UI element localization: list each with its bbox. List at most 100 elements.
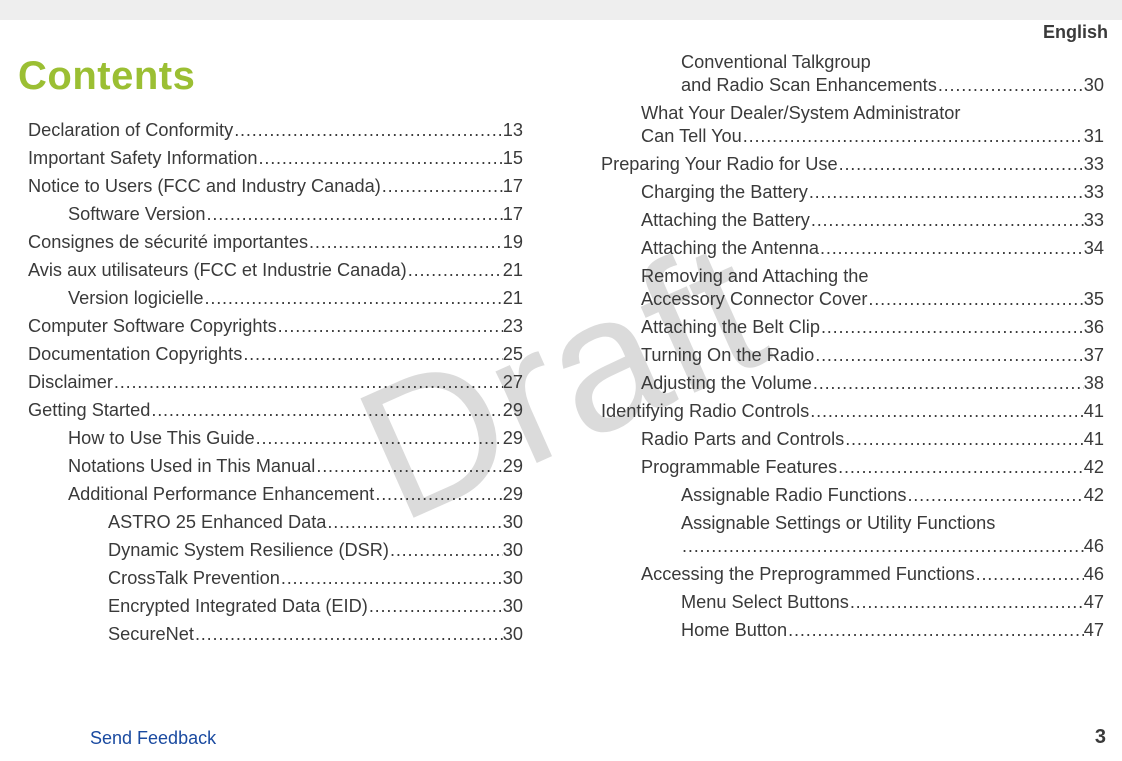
toc-label: Encrypted Integrated Data (EID)	[108, 596, 369, 617]
toc-entry: Software Version........................…	[68, 204, 523, 225]
toc-page: 33	[1084, 210, 1104, 231]
toc-label: Notations Used in This Manual	[68, 456, 316, 477]
toc-label: Consignes de sécurité importantes	[28, 232, 309, 253]
document-page: English Contents Draft Declaration of Co…	[0, 0, 1122, 761]
toc-entry: Identifying Radio Controls..............…	[601, 401, 1104, 422]
toc-entry: Declaration of Conformity...............…	[28, 120, 523, 141]
toc-label: Radio Parts and Controls	[641, 429, 845, 450]
toc-label: Avis aux utilisateurs (FCC et Industrie …	[28, 260, 408, 281]
toc-leader: ........................................…	[813, 373, 1084, 394]
toc-page: 42	[1084, 485, 1104, 506]
toc-entry: Accessory Connector Cover...............…	[641, 289, 1104, 310]
toc-label: Computer Software Copyrights	[28, 316, 278, 337]
toc-entry: Computer Software Copyrights............…	[28, 316, 523, 337]
toc-page: 29	[503, 456, 523, 477]
toc-entry: Attaching the Battery...................…	[641, 210, 1104, 231]
toc-label: Assignable Radio Functions	[681, 485, 907, 506]
toc-entry: Can Tell You............................…	[641, 126, 1104, 147]
toc-entry: Turning On the Radio....................…	[641, 345, 1104, 366]
toc-label: Notice to Users (FCC and Industry Canada…	[28, 176, 382, 197]
toc-label: CrossTalk Prevention	[108, 568, 281, 589]
toc-label: Software Version	[68, 204, 207, 225]
toc-page: 30	[1084, 75, 1104, 96]
toc-page: 29	[503, 484, 523, 505]
toc-entry: Adjusting the Volume....................…	[641, 373, 1104, 394]
toc-entry: Avis aux utilisateurs (FCC et Industrie …	[28, 260, 523, 281]
toc-page: 33	[1084, 182, 1104, 203]
toc-label: Removing and Attaching the	[641, 266, 870, 287]
toc-page: 27	[503, 372, 523, 393]
top-bar	[0, 0, 1122, 20]
toc-columns: Declaration of Conformity...............…	[18, 52, 1104, 706]
toc-entry: Notations Used in This Manual...........…	[68, 456, 523, 477]
send-feedback-link[interactable]: Send Feedback	[90, 728, 216, 749]
toc-leader: ........................................…	[207, 204, 503, 225]
footer: Send Feedback 3	[0, 721, 1122, 749]
toc-label: Identifying Radio Controls	[601, 401, 810, 422]
toc-entry: Assignable Settings or Utility Functions	[681, 513, 1104, 534]
toc-column-left: Declaration of Conformity...............…	[18, 52, 561, 706]
toc-page: 37	[1084, 345, 1104, 366]
toc-label: Disclaimer	[28, 372, 114, 393]
toc-leader: ........................................…	[850, 592, 1084, 613]
toc-label: Preparing Your Radio for Use	[601, 154, 839, 175]
toc-leader: ........................................…	[868, 289, 1083, 310]
toc-leader: ........................................…	[821, 317, 1084, 338]
toc-entry: Programmable Features...................…	[641, 457, 1104, 478]
toc-label: and Radio Scan Enhancements	[681, 75, 938, 96]
toc-entry: Charging the Battery....................…	[641, 182, 1104, 203]
toc-label: Important Safety Information	[28, 148, 258, 169]
toc-entry: Disclaimer..............................…	[28, 372, 523, 393]
language-label: English	[1043, 22, 1108, 43]
toc-leader: ........................................…	[382, 176, 503, 197]
toc-entry: Important Safety Information............…	[28, 148, 523, 169]
toc-entry: and Radio Scan Enhancements.............…	[681, 75, 1104, 96]
toc-leader: ........................................…	[682, 536, 1084, 557]
toc-page: 41	[1084, 401, 1104, 422]
toc-entry: Version logicielle......................…	[68, 288, 523, 309]
toc-leader: ........................................…	[815, 345, 1084, 366]
toc-page: 21	[503, 288, 523, 309]
toc-entry: Getting Started.........................…	[28, 400, 523, 421]
toc-leader: ........................................…	[907, 485, 1083, 506]
toc-entry: Conventional Talkgroup	[681, 52, 1104, 73]
toc-leader: ........................................…	[788, 620, 1084, 641]
toc-entry: ASTRO 25 Enhanced Data..................…	[108, 512, 523, 533]
toc-column-right: Conventional Talkgroupand Radio Scan Enh…	[561, 52, 1104, 706]
toc-page: 31	[1084, 126, 1104, 147]
toc-page: 30	[503, 596, 523, 617]
toc-label: Turning On the Radio	[641, 345, 815, 366]
toc-label: How to Use This Guide	[68, 428, 256, 449]
toc-label: Attaching the Belt Clip	[641, 317, 821, 338]
page-number: 3	[1095, 726, 1106, 749]
toc-leader: ........................................…	[204, 288, 502, 309]
toc-leader: ........................................…	[811, 210, 1084, 231]
toc-leader: ........................................…	[938, 75, 1084, 96]
toc-page: 42	[1084, 457, 1104, 478]
toc-page: 30	[503, 540, 523, 561]
toc-leader: ........................................…	[809, 182, 1084, 203]
toc-entry: Assignable Radio Functions..............…	[681, 485, 1104, 506]
toc-entry: Accessing the Preprogrammed Functions...…	[641, 564, 1104, 585]
toc-page: 36	[1084, 317, 1104, 338]
toc-page: 46	[1084, 536, 1104, 557]
toc-label: Accessing the Preprogrammed Functions	[641, 564, 976, 585]
toc-page: 15	[503, 148, 523, 169]
toc-leader: ........................................…	[195, 624, 503, 645]
toc-leader: ........................................…	[375, 484, 502, 505]
toc-page: 34	[1084, 238, 1104, 259]
toc-page: 13	[503, 120, 523, 141]
toc-label: SecureNet	[108, 624, 195, 645]
toc-leader: ........................................…	[408, 260, 503, 281]
toc-entry: Notice to Users (FCC and Industry Canada…	[28, 176, 523, 197]
toc-label: What Your Dealer/System Administrator	[641, 103, 961, 124]
toc-label: Charging the Battery	[641, 182, 809, 203]
toc-page: 41	[1084, 429, 1104, 450]
toc-label: Dynamic System Resilience (DSR)	[108, 540, 390, 561]
toc-page: 29	[503, 428, 523, 449]
toc-leader: ........................................…	[281, 568, 503, 589]
toc-label: Conventional Talkgroup	[681, 52, 872, 73]
toc-entry: Additional Performance Enhancement......…	[68, 484, 523, 505]
toc-entry: Attaching the Belt Clip.................…	[641, 317, 1104, 338]
toc-page: 25	[503, 344, 523, 365]
